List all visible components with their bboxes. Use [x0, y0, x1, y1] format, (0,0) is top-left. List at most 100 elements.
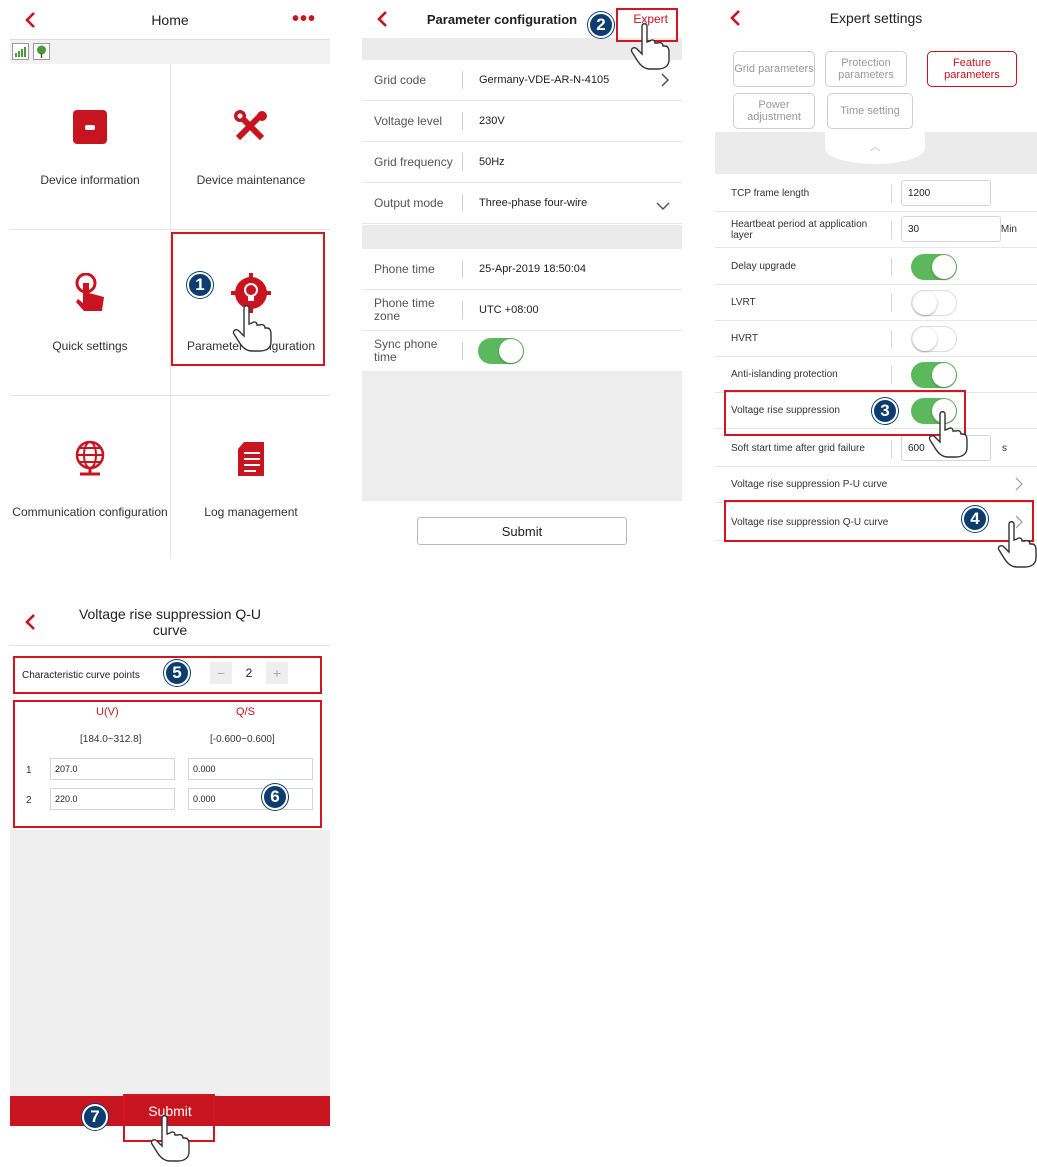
unit-label: s — [1002, 443, 1007, 454]
back-icon[interactable] — [24, 10, 40, 30]
output-mode-row[interactable]: Output mode Three-phase four-wire — [362, 183, 682, 224]
status-bar — [10, 40, 330, 64]
empty-area — [362, 371, 682, 501]
step-badge: 6 — [262, 784, 288, 810]
row-label: Phone time — [374, 261, 435, 276]
home-tile-grid: Device information Device maintenance Qu… — [10, 64, 330, 560]
column-header-q: Q/S — [236, 706, 255, 718]
tile-label: Quick settings — [52, 338, 128, 353]
section-divider — [362, 225, 682, 249]
home-screen: Home ••• Device information Device maint… — [10, 0, 330, 560]
step-badge: 7 — [82, 1104, 108, 1130]
plant-status-icon — [33, 43, 50, 60]
grid-frequency-row: Grid frequency 50Hz — [362, 142, 682, 183]
anti-islanding-toggle[interactable] — [911, 362, 957, 388]
step-badge: 1 — [187, 272, 213, 298]
tab-grid-parameters[interactable]: Grid parameters — [733, 51, 815, 87]
tab-protection-parameters[interactable]: Protection parameters — [825, 51, 907, 87]
row-label: LVRT — [731, 297, 756, 308]
page-title: Voltage rise suppression Q-U curve — [78, 605, 262, 638]
row-label: Soft start time after grid failure — [731, 443, 865, 454]
chevron-right-icon — [660, 72, 670, 93]
empty-area — [10, 830, 330, 1125]
row-value: Three-phase four-wire — [479, 197, 588, 209]
pu-curve-row[interactable]: Voltage rise suppression P-U curve — [715, 467, 1037, 503]
parameter-configuration-screen: Parameter configuration Expert Grid code… — [362, 0, 682, 560]
pointing-hand-icon — [630, 23, 670, 70]
row-value: Germany-VDE-AR-N-4105 — [479, 74, 610, 86]
tile-label: Device maintenance — [196, 172, 306, 187]
lvrt-row: LVRT — [715, 285, 1037, 321]
row-label: Phone time zone — [374, 296, 435, 323]
qu-curve-row[interactable]: Voltage rise suppression Q-U curve — [715, 505, 1037, 541]
row-label: Voltage rise suppression Q-U curve — [731, 517, 889, 528]
heartbeat-period-row: Heartbeat period at application layer 30… — [715, 212, 1037, 248]
lvrt-toggle[interactable] — [911, 290, 957, 316]
pointing-hand-icon — [928, 411, 968, 458]
row-label: HVRT — [731, 333, 759, 344]
voltage-level-row: Voltage level 230V — [362, 101, 682, 142]
tab-time-setting[interactable]: Time setting — [827, 93, 913, 129]
tile-label: Device information — [40, 172, 140, 187]
increment-button[interactable]: + — [266, 662, 288, 684]
row-value: 50Hz — [479, 156, 505, 168]
tile-label: Communication configuration — [12, 504, 168, 519]
tap-icon — [70, 272, 110, 313]
tab-feature-parameters[interactable]: Feature parameters — [927, 51, 1017, 87]
curve-points-stepper: − 2 + — [210, 662, 288, 684]
row-value: UTC +08:00 — [479, 304, 539, 316]
step-badge: 3 — [872, 398, 898, 424]
heartbeat-period-input[interactable]: 30 — [901, 216, 1001, 242]
range-q: [-0.600~0.600] — [210, 734, 275, 745]
qu-header: Voltage rise suppression Q-U curve — [10, 598, 330, 646]
expert-settings-screen: Expert settings Grid parameters Protecti… — [715, 0, 1037, 560]
tcp-frame-length-input[interactable]: 1200 — [901, 180, 991, 206]
page-title: Home — [151, 11, 189, 28]
home-header: Home ••• — [10, 0, 330, 40]
anti-islanding-row: Anti-islanding protection — [715, 357, 1037, 393]
pointing-hand-icon — [232, 305, 272, 352]
back-icon[interactable] — [729, 8, 745, 28]
q-input[interactable]: 0.000 — [188, 788, 313, 810]
delay-upgrade-toggle[interactable] — [911, 254, 957, 280]
table-row: 1 207.0 0.000 — [10, 756, 330, 786]
expert-header: Expert settings — [715, 0, 1037, 36]
tab-power-adjustment[interactable]: Power adjustment — [733, 93, 815, 129]
tile-log-management[interactable]: Log management — [171, 396, 330, 560]
soft-start-time-row: Soft start time after grid failure 600 s — [715, 431, 1037, 467]
chevron-right-icon — [1015, 477, 1023, 496]
q-input[interactable]: 0.000 — [188, 758, 313, 780]
row-label: Delay upgrade — [731, 261, 797, 272]
back-icon[interactable] — [24, 612, 40, 632]
row-label: Voltage level — [374, 113, 443, 128]
collapse-handle[interactable]: ︿ — [715, 132, 1037, 174]
row-value: 25-Apr-2019 18:50:04 — [479, 263, 587, 275]
u-input[interactable]: 207.0 — [50, 758, 175, 780]
tile-communication-configuration[interactable]: Communication configuration — [10, 396, 170, 560]
row-label: Heartbeat period at application layer — [731, 218, 868, 241]
log-file-icon — [231, 439, 271, 479]
pointing-hand-icon — [997, 521, 1037, 568]
pointing-hand-icon — [150, 1115, 190, 1162]
row-label: Output mode — [374, 195, 444, 210]
device-info-icon — [70, 107, 110, 147]
chevron-down-icon — [656, 198, 670, 216]
u-input[interactable]: 220.0 — [50, 788, 175, 810]
row-index: 1 — [26, 765, 32, 776]
sync-phone-time-toggle[interactable] — [478, 338, 524, 364]
tile-quick-settings[interactable]: Quick settings — [10, 230, 170, 395]
tile-device-maintenance[interactable]: Device maintenance — [171, 64, 330, 229]
row-label: Grid code — [374, 72, 427, 87]
step-badge: 5 — [164, 660, 190, 686]
back-icon[interactable] — [376, 9, 392, 29]
decrement-button[interactable]: − — [210, 662, 232, 684]
row-label: Voltage rise suppression P-U curve — [731, 479, 888, 490]
globe-network-icon — [70, 439, 110, 479]
unit-label: Min — [1000, 224, 1017, 235]
more-dots-icon[interactable]: ••• — [292, 8, 316, 31]
hvrt-toggle[interactable] — [911, 326, 957, 352]
tools-icon — [231, 107, 271, 147]
tile-device-information[interactable]: Device information — [10, 64, 170, 229]
signal-status-icon — [12, 43, 29, 60]
submit-button[interactable]: Submit — [417, 517, 627, 545]
